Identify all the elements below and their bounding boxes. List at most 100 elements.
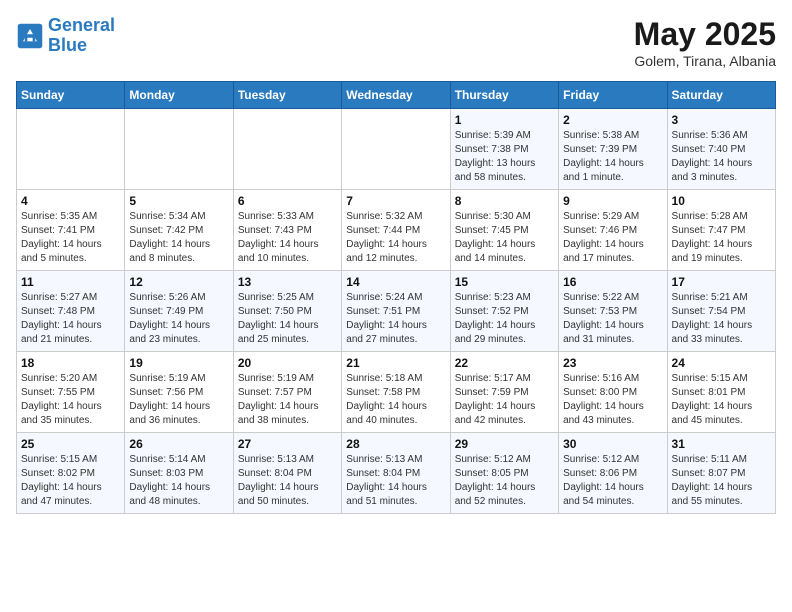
day-number: 1 xyxy=(455,113,554,127)
calendar-cell: 20Sunrise: 5:19 AM Sunset: 7:57 PM Dayli… xyxy=(233,352,341,433)
calendar-body: 1 Sunrise: 5:39 AM Sunset: 7:38 PM Daylig… xyxy=(17,109,776,514)
day-info: Sunrise: 5:18 AM Sunset: 7:58 PM Dayligh… xyxy=(346,372,445,428)
day-number: 25 xyxy=(21,437,120,451)
day-info: Sunrise: 5:12 AM Sunset: 8:06 PM Dayligh… xyxy=(563,453,662,509)
calendar-week-row: 11 Sunrise: 5:27 AM Sunset: 7:48 PM Dayli… xyxy=(17,271,776,352)
calendar-cell: 10 Sunrise: 5:28 AM Sunset: 7:47 PM Dayli… xyxy=(667,190,775,271)
weekday-header: Tuesday xyxy=(233,82,341,109)
calendar-cell: 2Sunrise: 5:38 AM Sunset: 7:39 PM Daylig… xyxy=(559,109,667,190)
day-number: 7 xyxy=(346,194,445,208)
day-number: 3 xyxy=(672,113,771,127)
calendar-cell: 4 Sunrise: 5:35 AM Sunset: 7:41 PM Daylig… xyxy=(17,190,125,271)
day-number: 16 xyxy=(563,275,662,289)
day-number: 30 xyxy=(563,437,662,451)
day-number: 9 xyxy=(563,194,662,208)
day-info: Sunrise: 5:15 AM Sunset: 8:01 PM Dayligh… xyxy=(672,372,771,428)
logo-icon xyxy=(16,22,44,50)
calendar-cell: 12 Sunrise: 5:26 AM Sunset: 7:49 PM Dayli… xyxy=(125,271,233,352)
day-info: Sunrise: 5:32 AM Sunset: 7:44 PM Dayligh… xyxy=(346,210,445,266)
calendar-cell: 14Sunrise: 5:24 AM Sunset: 7:51 PM Dayli… xyxy=(342,271,450,352)
calendar-cell: 26Sunrise: 5:14 AM Sunset: 8:03 PM Dayli… xyxy=(125,433,233,514)
day-number: 20 xyxy=(238,356,337,370)
calendar-cell xyxy=(233,109,341,190)
weekday-header: Sunday xyxy=(17,82,125,109)
day-number: 4 xyxy=(21,194,120,208)
day-number: 18 xyxy=(21,356,120,370)
day-info: Sunrise: 5:28 AM Sunset: 7:47 PM Dayligh… xyxy=(672,210,771,266)
day-info: Sunrise: 5:14 AM Sunset: 8:03 PM Dayligh… xyxy=(129,453,228,509)
calendar-cell: 15 Sunrise: 5:23 AM Sunset: 7:52 PM Dayli… xyxy=(450,271,558,352)
calendar-cell: 3 Sunrise: 5:36 AM Sunset: 7:40 PM Daylig… xyxy=(667,109,775,190)
logo-text: General Blue xyxy=(48,16,115,56)
calendar-week-row: 18Sunrise: 5:20 AM Sunset: 7:55 PM Dayli… xyxy=(17,352,776,433)
day-info: Sunrise: 5:29 AM Sunset: 7:46 PM Dayligh… xyxy=(563,210,662,266)
day-info: Sunrise: 5:15 AM Sunset: 8:02 PM Dayligh… xyxy=(21,453,120,509)
calendar-cell: 7 Sunrise: 5:32 AM Sunset: 7:44 PM Daylig… xyxy=(342,190,450,271)
calendar-cell: 29 Sunrise: 5:12 AM Sunset: 8:05 PM Dayli… xyxy=(450,433,558,514)
day-info: Sunrise: 5:26 AM Sunset: 7:49 PM Dayligh… xyxy=(129,291,228,347)
calendar-week-row: 4 Sunrise: 5:35 AM Sunset: 7:41 PM Daylig… xyxy=(17,190,776,271)
calendar-cell: 31 Sunrise: 5:11 AM Sunset: 8:07 PM Dayli… xyxy=(667,433,775,514)
calendar-cell: 28Sunrise: 5:13 AM Sunset: 8:04 PM Dayli… xyxy=(342,433,450,514)
calendar-week-row: 25 Sunrise: 5:15 AM Sunset: 8:02 PM Dayli… xyxy=(17,433,776,514)
day-number: 23 xyxy=(563,356,662,370)
day-info: Sunrise: 5:36 AM Sunset: 7:40 PM Dayligh… xyxy=(672,129,771,185)
day-number: 31 xyxy=(672,437,771,451)
day-info: Sunrise: 5:25 AM Sunset: 7:50 PM Dayligh… xyxy=(238,291,337,347)
weekday-header: Saturday xyxy=(667,82,775,109)
calendar-cell: 24 Sunrise: 5:15 AM Sunset: 8:01 PM Dayli… xyxy=(667,352,775,433)
day-number: 5 xyxy=(129,194,228,208)
day-info: Sunrise: 5:17 AM Sunset: 7:59 PM Dayligh… xyxy=(455,372,554,428)
day-number: 14 xyxy=(346,275,445,289)
day-info: Sunrise: 5:21 AM Sunset: 7:54 PM Dayligh… xyxy=(672,291,771,347)
day-number: 19 xyxy=(129,356,228,370)
page-header: General Blue May 2025 Golem, Tirana, Alb… xyxy=(16,16,776,69)
main-title: May 2025 xyxy=(634,16,776,53)
calendar-cell xyxy=(125,109,233,190)
day-number: 11 xyxy=(21,275,120,289)
day-info: Sunrise: 5:23 AM Sunset: 7:52 PM Dayligh… xyxy=(455,291,554,347)
day-number: 24 xyxy=(672,356,771,370)
calendar-cell: 21Sunrise: 5:18 AM Sunset: 7:58 PM Dayli… xyxy=(342,352,450,433)
day-number: 13 xyxy=(238,275,337,289)
day-info: Sunrise: 5:33 AM Sunset: 7:43 PM Dayligh… xyxy=(238,210,337,266)
calendar-cell xyxy=(342,109,450,190)
calendar-cell: 11 Sunrise: 5:27 AM Sunset: 7:48 PM Dayli… xyxy=(17,271,125,352)
day-info: Sunrise: 5:34 AM Sunset: 7:42 PM Dayligh… xyxy=(129,210,228,266)
day-info: Sunrise: 5:38 AM Sunset: 7:39 PM Dayligh… xyxy=(563,129,662,185)
day-number: 10 xyxy=(672,194,771,208)
calendar-table: SundayMondayTuesdayWednesdayThursdayFrid… xyxy=(16,81,776,514)
day-info: Sunrise: 5:30 AM Sunset: 7:45 PM Dayligh… xyxy=(455,210,554,266)
day-number: 29 xyxy=(455,437,554,451)
day-number: 15 xyxy=(455,275,554,289)
weekday-header: Monday xyxy=(125,82,233,109)
day-info: Sunrise: 5:35 AM Sunset: 7:41 PM Dayligh… xyxy=(21,210,120,266)
weekday-header: Thursday xyxy=(450,82,558,109)
calendar-cell: 5 Sunrise: 5:34 AM Sunset: 7:42 PM Daylig… xyxy=(125,190,233,271)
day-info: Sunrise: 5:13 AM Sunset: 8:04 PM Dayligh… xyxy=(346,453,445,509)
day-info: Sunrise: 5:12 AM Sunset: 8:05 PM Dayligh… xyxy=(455,453,554,509)
day-info: Sunrise: 5:19 AM Sunset: 7:56 PM Dayligh… xyxy=(129,372,228,428)
calendar-cell: 19 Sunrise: 5:19 AM Sunset: 7:56 PM Dayli… xyxy=(125,352,233,433)
calendar-cell: 27Sunrise: 5:13 AM Sunset: 8:04 PM Dayli… xyxy=(233,433,341,514)
day-info: Sunrise: 5:13 AM Sunset: 8:04 PM Dayligh… xyxy=(238,453,337,509)
calendar-cell: 30 Sunrise: 5:12 AM Sunset: 8:06 PM Dayli… xyxy=(559,433,667,514)
weekday-header: Friday xyxy=(559,82,667,109)
day-number: 22 xyxy=(455,356,554,370)
calendar-cell: 6Sunrise: 5:33 AM Sunset: 7:43 PM Daylig… xyxy=(233,190,341,271)
subtitle: Golem, Tirana, Albania xyxy=(634,53,776,69)
calendar-cell: 13 Sunrise: 5:25 AM Sunset: 7:50 PM Dayli… xyxy=(233,271,341,352)
title-block: May 2025 Golem, Tirana, Albania xyxy=(634,16,776,69)
day-info: Sunrise: 5:27 AM Sunset: 7:48 PM Dayligh… xyxy=(21,291,120,347)
day-number: 17 xyxy=(672,275,771,289)
logo: General Blue xyxy=(16,16,115,56)
day-info: Sunrise: 5:16 AM Sunset: 8:00 PM Dayligh… xyxy=(563,372,662,428)
day-info: Sunrise: 5:39 AM Sunset: 7:38 PM Dayligh… xyxy=(455,129,554,185)
calendar-cell: 25 Sunrise: 5:15 AM Sunset: 8:02 PM Dayli… xyxy=(17,433,125,514)
calendar-cell: 23 Sunrise: 5:16 AM Sunset: 8:00 PM Dayli… xyxy=(559,352,667,433)
calendar-header-row: SundayMondayTuesdayWednesdayThursdayFrid… xyxy=(17,82,776,109)
day-number: 12 xyxy=(129,275,228,289)
calendar-cell xyxy=(17,109,125,190)
day-info: Sunrise: 5:11 AM Sunset: 8:07 PM Dayligh… xyxy=(672,453,771,509)
calendar-week-row: 1 Sunrise: 5:39 AM Sunset: 7:38 PM Daylig… xyxy=(17,109,776,190)
